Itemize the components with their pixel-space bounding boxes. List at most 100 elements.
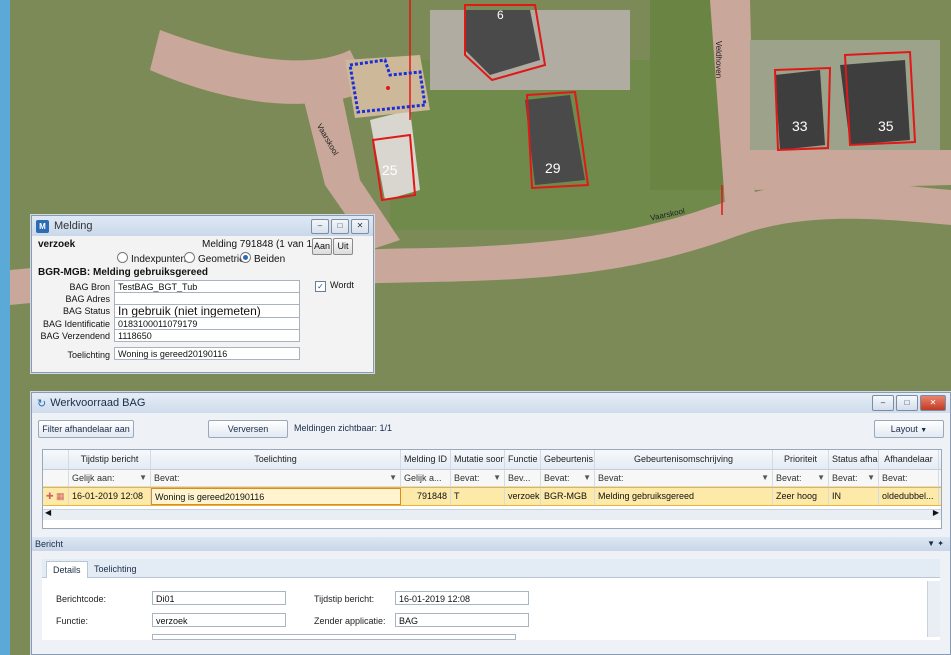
radio-selected-icon [240, 252, 251, 263]
radio-icon [117, 252, 128, 263]
house-number: 29 [545, 160, 561, 176]
filter-icon: ▼ [583, 473, 591, 482]
extra-field[interactable] [152, 634, 516, 640]
wordt-checkbox[interactable]: ✓ Wordt [315, 280, 354, 292]
verversen-button[interactable]: Verversen [208, 420, 288, 438]
column-header[interactable]: Prioriteit [773, 450, 829, 469]
aan-button[interactable]: Aan [312, 238, 332, 255]
app-icon: M [36, 219, 49, 233]
cell-melding-id[interactable]: 791848 [401, 488, 451, 505]
column-header[interactable]: Tijdstip bericht [69, 450, 151, 469]
toelichting-label: Toelichting [67, 350, 110, 360]
filter-cell[interactable]: Bevat: ▼ [829, 470, 879, 486]
filter-icon: ▼ [867, 473, 875, 482]
row-indicator-icon: ✚ ▦ [43, 488, 69, 505]
tijdstip-field[interactable]: 16-01-2019 12:08 [395, 591, 529, 605]
filter-cell[interactable]: Gelijk a...▼ [401, 470, 451, 486]
uit-button[interactable]: Uit [333, 238, 353, 255]
minimize-button[interactable]: – [872, 395, 894, 411]
bag-status-field[interactable]: In gebruik (niet ingemeten) [114, 304, 300, 318]
melding-titlebar[interactable]: M Melding – □ ✕ [32, 216, 373, 236]
filter-cell[interactable]: Bevat: ▼ [151, 470, 401, 486]
filter-icon: ▼ [761, 473, 769, 482]
column-header[interactable]: Functie [505, 450, 541, 469]
chevron-down-icon: ▼ [920, 427, 928, 434]
column-header[interactable]: Status afha... [829, 450, 879, 469]
cell-prioriteit[interactable]: Zeer hoog [773, 488, 829, 505]
filter-cell[interactable]: Bevat: ▼ [451, 470, 505, 486]
cell-toelichting[interactable]: Woning is gereed20190116 [151, 488, 401, 505]
bag-verzendend-field[interactable]: 1118650 [114, 329, 300, 342]
radio-geometrie[interactable]: Geometrie [184, 252, 245, 265]
cell-functie[interactable]: verzoek [505, 488, 541, 505]
layout-dropdown[interactable]: Layout ▼ [874, 420, 944, 438]
column-header[interactable]: Afhandelaar [879, 450, 939, 469]
filter-icon: ▼ [817, 473, 825, 482]
werkvoorraad-window[interactable]: ↻ Werkvoorraad BAG – □ ✕ Filter afhandel… [31, 392, 951, 655]
melding-title: Melding [54, 220, 93, 232]
cell-mutatie[interactable]: T [451, 488, 505, 505]
column-header[interactable]: Gebeurtenisomschrijving [595, 450, 773, 469]
cell-tijdstip[interactable]: 16-01-2019 12:08 [69, 488, 151, 505]
radio-indexpunten[interactable]: Indexpunten [117, 252, 186, 265]
visible-count: Meldingen zichtbaar: 1/1 [294, 423, 393, 433]
toolbar: Filter afhandelaar aan Verversen Melding… [32, 415, 950, 441]
filter-cell[interactable]: Bevat: ▼ [773, 470, 829, 486]
bericht-details-form: Berichtcode: Di01 Functie: verzoek Tijds… [42, 578, 940, 640]
vertical-scrollbar[interactable] [927, 581, 940, 637]
tab-details[interactable]: Details [46, 561, 88, 578]
cell-gebeurtenis[interactable]: BGR-MGB [541, 488, 595, 505]
filter-cell[interactable]: Bevat: ▼ [595, 470, 773, 486]
column-header[interactable]: Gebeurtenis... [541, 450, 595, 469]
field-label: BAG Bron [69, 282, 110, 292]
radio-beiden[interactable]: Beiden [240, 252, 285, 265]
field-label: BAG Identificatie [42, 319, 110, 329]
cell-omschrijving[interactable]: Melding gebruiksgereed [595, 488, 773, 505]
column-header[interactable]: Toelichting [151, 450, 401, 469]
cell-afhandelaar[interactable]: oldedubbel... [879, 488, 939, 505]
house-number: 25 [382, 162, 398, 178]
street-label: Veldhoven [714, 40, 724, 79]
close-button[interactable]: ✕ [920, 395, 946, 411]
functie-field[interactable]: verzoek [152, 613, 286, 627]
table-row[interactable]: ✚ ▦ 16-01-2019 12:08 Woning is gereed201… [43, 487, 941, 506]
filter-cell[interactable]: Gelijk aan: ▼ [69, 470, 151, 486]
filter-cell[interactable]: Bevat: ▼ [541, 470, 595, 486]
filter-row[interactable]: Gelijk aan:▼ Bevat:▼ Gelijk a...▼ Bevat:… [43, 470, 941, 487]
house-number: 6 [497, 8, 504, 22]
check-icon: ✓ [315, 281, 326, 292]
melding-counter: Melding 791848 (1 van 1) [202, 239, 316, 250]
filter-cell[interactable]: Bev... [505, 470, 541, 486]
maximize-button[interactable]: □ [896, 395, 918, 411]
refresh-app-icon: ↻ [37, 397, 47, 410]
filter-afhandelaar-button[interactable]: Filter afhandelaar aan [38, 420, 134, 438]
radio-icon [184, 252, 195, 263]
melding-window[interactable]: M Melding – □ ✕ verzoek Melding 791848 (… [31, 215, 374, 373]
filter-cell[interactable]: Bevat: [879, 470, 939, 486]
field-label: BAG Status [62, 306, 110, 316]
toelichting-field[interactable]: Woning is gereed20190116 [114, 347, 300, 360]
bericht-label: Bericht [35, 539, 64, 549]
column-header[interactable]: Melding ID [401, 450, 451, 469]
verzoek-label: verzoek [38, 239, 76, 250]
horizontal-scrollbar[interactable]: ◀ ▶ [43, 508, 941, 520]
pin-icon[interactable]: ▼ ✦ [927, 537, 944, 551]
column-header[interactable]: Mutatie soort [451, 450, 505, 469]
filter-icon: ▼ [389, 473, 397, 482]
werkvoorraad-titlebar[interactable]: ↻ Werkvoorraad BAG – □ ✕ [32, 393, 950, 413]
berichtcode-field[interactable]: Di01 [152, 591, 286, 605]
zender-field[interactable]: BAG [395, 613, 529, 627]
minimize-button[interactable]: – [311, 218, 329, 234]
detail-tabs: Details Toelichting [42, 559, 940, 578]
tab-toelichting[interactable]: Toelichting [88, 561, 143, 577]
cell-status[interactable]: IN [829, 488, 879, 505]
maximize-button[interactable]: □ [331, 218, 349, 234]
bericht-panel-header[interactable]: Bericht ▼ ✦ [32, 537, 950, 551]
meldingen-grid[interactable]: Tijdstip bericht Toelichting Melding ID … [42, 449, 942, 529]
field-label: BAG Adres [65, 294, 110, 304]
house-number: 35 [878, 118, 894, 134]
scroll-right-icon[interactable]: ▶ [933, 508, 939, 517]
close-button[interactable]: ✕ [351, 218, 369, 234]
scroll-left-icon[interactable]: ◀ [45, 508, 51, 517]
werkvoorraad-title: Werkvoorraad BAG [50, 397, 146, 409]
